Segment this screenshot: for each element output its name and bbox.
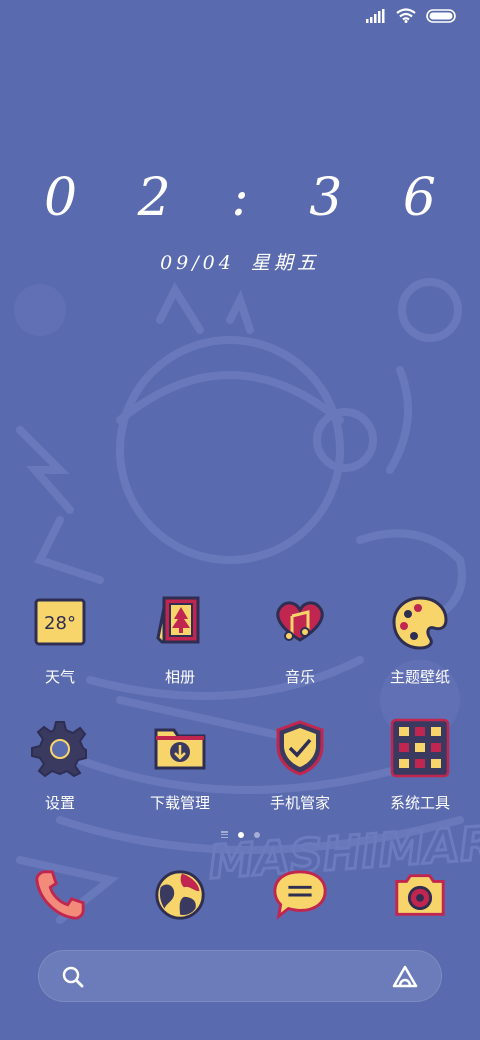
page-dot (253, 831, 260, 838)
app-gallery[interactable]: 相册 (120, 592, 240, 718)
page-indicator[interactable] (0, 831, 480, 838)
download-folder-icon (154, 728, 206, 770)
app-music[interactable]: 音乐 (240, 592, 360, 718)
lockscreen-weekday: 星期五 (250, 252, 320, 274)
lockscreen-date: 09/04 (160, 252, 235, 274)
app-theme[interactable]: 主题壁纸 (360, 592, 480, 718)
battery-icon (426, 8, 456, 23)
app-row: 28° 天气 相册 音乐 主题壁纸 (0, 592, 480, 718)
status-bar (366, 8, 456, 23)
app-label: 相册 (164, 668, 195, 686)
search-bar[interactable] (38, 950, 442, 1002)
theme-palette-icon (392, 596, 448, 650)
music-icon (276, 601, 324, 642)
gallery-icon (156, 596, 200, 644)
assistant-icon[interactable] (391, 964, 419, 990)
page-dot-active (237, 831, 244, 838)
app-row: 设置 下载管理 手机管家 系统工具 (0, 718, 480, 844)
security-shield-icon (276, 720, 324, 776)
lockscreen-date-row: 09/04 星期五 (0, 248, 480, 275)
dock-messages[interactable] (240, 866, 360, 924)
weather-icon: 28° (34, 598, 86, 646)
page-indicator-menu (220, 831, 228, 838)
settings-gear-icon (31, 721, 87, 778)
signal-bars-icon (366, 8, 385, 23)
app-label: 设置 (44, 794, 75, 812)
dock-browser[interactable] (120, 866, 240, 924)
app-label: 下载管理 (149, 794, 210, 812)
weather-temperature: 28° (44, 613, 76, 634)
app-weather[interactable]: 28° 天气 (0, 592, 120, 718)
browser-globe-icon (155, 870, 205, 920)
app-security[interactable]: 手机管家 (240, 718, 360, 844)
app-system-tools[interactable]: 系统工具 (360, 718, 480, 844)
app-label: 系统工具 (389, 794, 450, 812)
app-label: 手机管家 (269, 794, 330, 812)
phone-icon (35, 870, 85, 920)
dock-phone[interactable] (0, 866, 120, 924)
app-settings[interactable]: 设置 (0, 718, 120, 844)
camera-icon (395, 874, 445, 916)
wifi-icon (396, 8, 416, 23)
app-label: 天气 (44, 668, 75, 686)
app-grid: 28° 天气 相册 音乐 主题壁纸 设置 下载管理 手机管家 系统工具 (0, 592, 480, 844)
messages-icon (273, 870, 327, 920)
dock-camera[interactable] (360, 866, 480, 924)
lockscreen-clock: 0 2 : 3 6 (44, 168, 458, 228)
search-icon (62, 966, 84, 988)
system-tools-icon (390, 718, 450, 778)
app-label: 音乐 (284, 668, 315, 686)
dock (0, 866, 480, 924)
app-label: 主题壁纸 (389, 668, 450, 686)
app-downloads[interactable]: 下载管理 (120, 718, 240, 844)
